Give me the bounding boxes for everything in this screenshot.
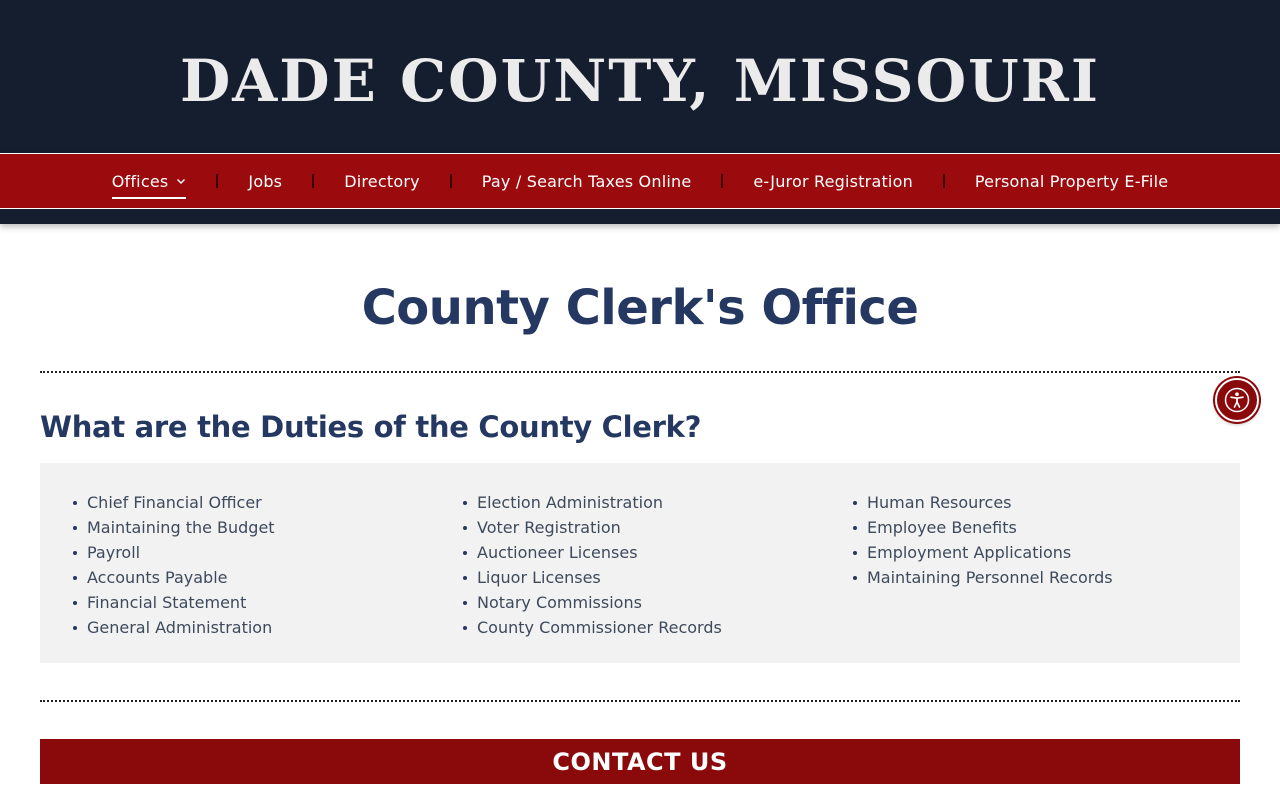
duties-column-3: Human Resources Employee Benefits Employ… bbox=[853, 490, 1113, 590]
nav-item-offices[interactable]: Offices bbox=[111, 153, 187, 209]
list-item: Employee Benefits bbox=[853, 515, 1113, 540]
site-title[interactable]: DADE COUNTY, MISSOURI bbox=[180, 47, 1100, 115]
list-item: Election Administration bbox=[463, 490, 722, 515]
duties-column-2: Election Administration Voter Registrati… bbox=[463, 490, 722, 640]
nav-item-label: e-Juror Registration bbox=[753, 171, 913, 191]
contact-us-label: CONTACT US bbox=[552, 747, 728, 776]
page-title: County Clerk's Office bbox=[361, 280, 919, 336]
nav-separator bbox=[721, 174, 724, 188]
nav-item-label: Personal Property E-File bbox=[974, 171, 1169, 191]
nav-separator bbox=[216, 174, 219, 188]
duties-panel: Chief Financial Officer Maintaining the … bbox=[40, 463, 1240, 663]
accessibility-icon bbox=[1224, 387, 1250, 413]
nav-item-label: Jobs bbox=[248, 171, 283, 191]
list-item: Accounts Payable bbox=[73, 565, 275, 590]
divider bbox=[40, 371, 1240, 373]
nav-item-ejuror[interactable]: e-Juror Registration bbox=[753, 153, 913, 209]
list-item: Human Resources bbox=[853, 490, 1113, 515]
nav-item-label: Offices bbox=[111, 171, 169, 191]
list-item: Auctioneer Licenses bbox=[463, 540, 722, 565]
divider bbox=[40, 700, 1240, 702]
nav-item-label: Pay / Search Taxes Online bbox=[481, 171, 692, 191]
nav-item-label: Directory bbox=[344, 171, 420, 191]
list-item: County Commissioner Records bbox=[463, 615, 722, 640]
nav-separator bbox=[942, 174, 945, 188]
nav-separator bbox=[312, 174, 315, 188]
chevron-down-icon bbox=[177, 179, 186, 184]
list-item: Maintaining the Budget bbox=[73, 515, 275, 540]
list-item: Maintaining Personnel Records bbox=[853, 565, 1113, 590]
list-item: Employment Applications bbox=[853, 540, 1113, 565]
contact-us-heading: CONTACT US bbox=[40, 739, 1240, 784]
nav-item-pay-taxes[interactable]: Pay / Search Taxes Online bbox=[482, 153, 692, 209]
list-item: Financial Statement bbox=[73, 590, 275, 615]
list-item: General Administration bbox=[73, 615, 275, 640]
accessibility-button[interactable] bbox=[1215, 378, 1259, 422]
main-nav: Offices Jobs Directory Pay / Search Taxe… bbox=[0, 153, 1280, 209]
list-item: Payroll bbox=[73, 540, 275, 565]
list-item: Liquor Licenses bbox=[463, 565, 722, 590]
list-item: Voter Registration bbox=[463, 515, 722, 540]
nav-item-jobs[interactable]: Jobs bbox=[248, 153, 282, 209]
nav-separator bbox=[449, 174, 452, 188]
list-item: Chief Financial Officer bbox=[73, 490, 275, 515]
nav-item-personal-property[interactable]: Personal Property E-File bbox=[975, 153, 1168, 209]
site-header: DADE COUNTY, MISSOURI bbox=[0, 0, 1280, 152]
nav-wrapper: Offices Jobs Directory Pay / Search Taxe… bbox=[0, 152, 1280, 224]
section-heading: What are the Duties of the County Clerk? bbox=[40, 410, 702, 444]
duties-column-1: Chief Financial Officer Maintaining the … bbox=[73, 490, 275, 640]
list-item: Notary Commissions bbox=[463, 590, 722, 615]
nav-item-directory[interactable]: Directory bbox=[344, 153, 420, 209]
